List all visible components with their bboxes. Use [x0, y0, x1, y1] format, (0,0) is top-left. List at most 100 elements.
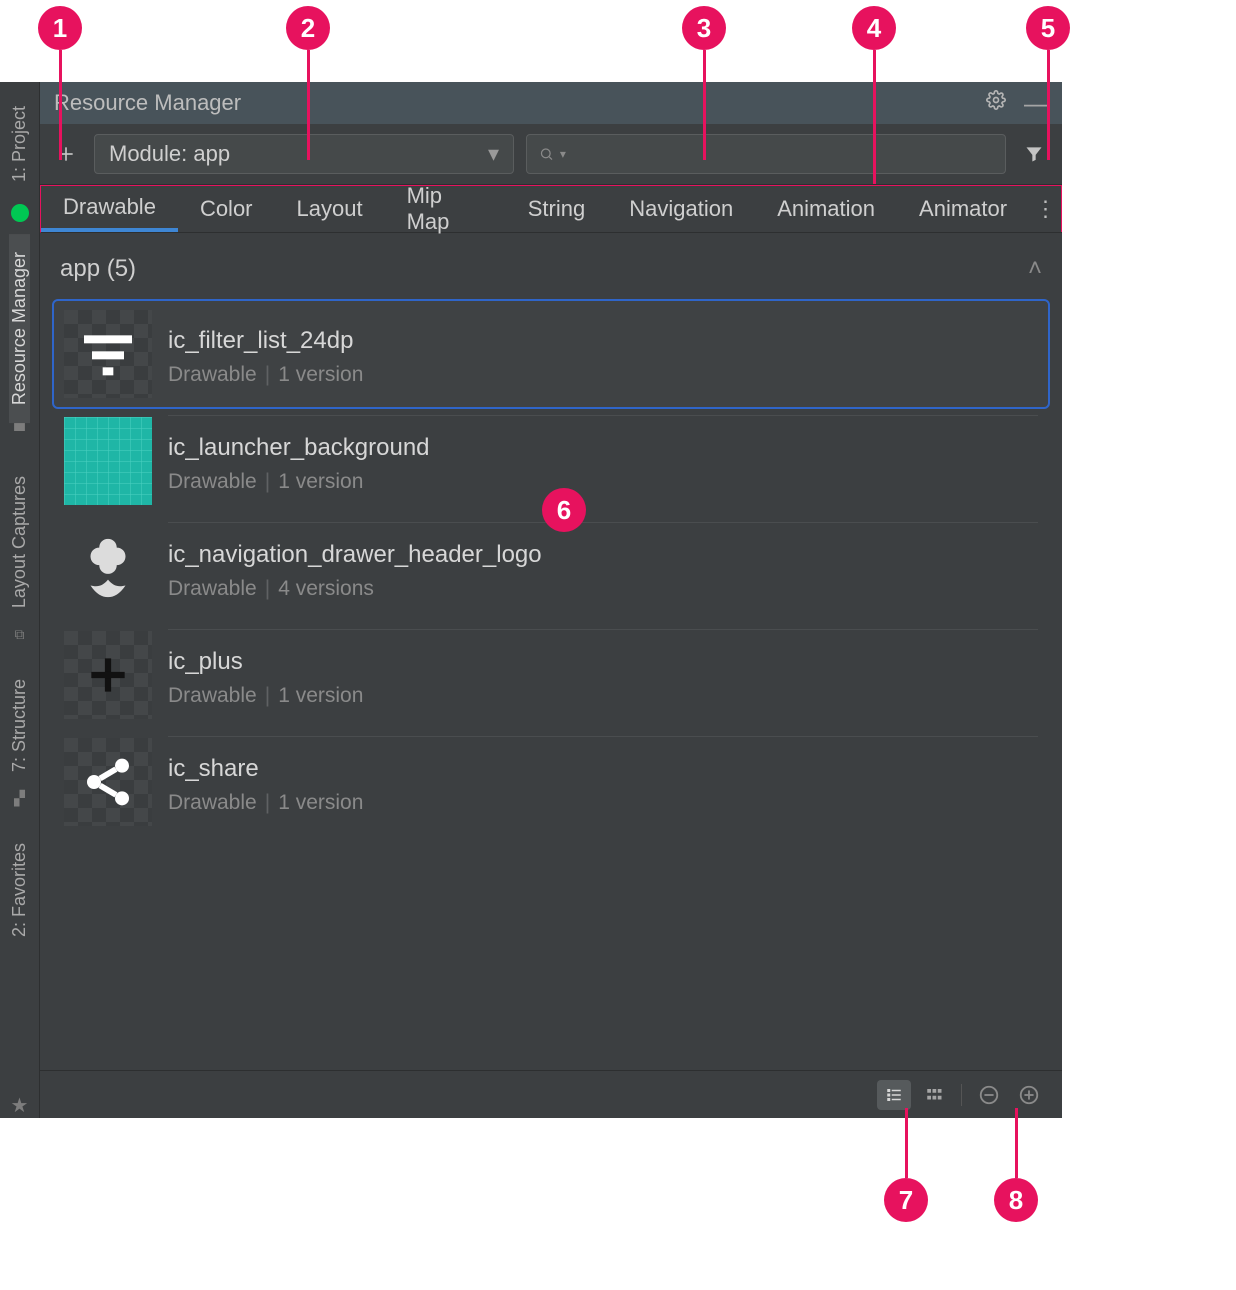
tab-drawable-label: Drawable — [63, 194, 156, 220]
share-icon — [80, 754, 136, 810]
search-icon — [539, 146, 554, 162]
callout-8: 8 — [994, 1178, 1038, 1222]
tab-navigation[interactable]: Navigation — [607, 186, 755, 232]
tab-string[interactable]: String — [506, 186, 607, 232]
callout-5: 5 — [1026, 6, 1070, 50]
panel-main: Resource Manager — Module: app ▾ ▾ — [40, 82, 1062, 1118]
resource-name: ic_launcher_background — [168, 434, 1038, 462]
callout-6: 6 — [542, 488, 586, 532]
panel-title: Resource Manager — [54, 90, 241, 116]
resource-item[interactable]: ic_plus Drawable|1 version — [54, 621, 1048, 728]
toolstrip-project-label: 1: Project — [9, 106, 30, 182]
resource-manager-panel: 1: Project Resource Manager ▝▘ Layout Ca… — [0, 82, 1062, 1118]
toolstrip-structure-label: 7: Structure — [9, 679, 30, 772]
toolstrip-resource-manager[interactable]: Resource Manager — [9, 234, 30, 423]
toolstrip-structure[interactable]: 7: Structure — [9, 661, 30, 790]
tab-mipmap[interactable]: Mip Map — [385, 186, 506, 232]
module-dropdown[interactable]: Module: app ▾ — [94, 134, 514, 174]
callout-line — [703, 50, 706, 160]
grid-view-button[interactable] — [917, 1080, 951, 1110]
callout-3: 3 — [682, 6, 726, 50]
resource-subtitle: Drawable|1 version — [168, 470, 1038, 494]
toolstrip-favorites[interactable]: 2: Favorites — [9, 825, 30, 955]
grid-pattern-icon — [64, 417, 152, 505]
gear-icon[interactable] — [986, 90, 1006, 116]
tabs-overflow[interactable]: ⋮ — [1029, 196, 1062, 222]
add-button[interactable] — [50, 138, 82, 170]
module-dropdown-label: Module: app — [109, 141, 230, 167]
divider — [961, 1084, 962, 1106]
toolstrip-layout-captures-label: Layout Captures — [9, 476, 30, 608]
callout-line — [873, 50, 876, 184]
toolbar-row: Module: app ▾ ▾ — [40, 124, 1062, 185]
zoom-in-button[interactable] — [1012, 1080, 1046, 1110]
plus-circle-icon — [1018, 1084, 1040, 1106]
chevron-down-icon: ▾ — [488, 141, 499, 167]
flower-icon — [73, 533, 143, 603]
tab-mipmap-label: Mip Map — [407, 183, 484, 235]
resource-list: ic_filter_list_24dp Drawable|1 version i… — [40, 301, 1062, 835]
search-dropdown-icon: ▾ — [560, 147, 566, 161]
callout-line — [905, 1108, 908, 1178]
resource-thumbnail — [64, 310, 152, 398]
layout-captures-icon: ⧉ — [15, 626, 25, 643]
tab-animator-label: Animator — [919, 196, 1007, 222]
tab-layout-label: Layout — [297, 196, 363, 222]
tab-layout[interactable]: Layout — [275, 186, 385, 232]
left-toolstrip: 1: Project Resource Manager ▝▘ Layout Ca… — [0, 82, 40, 1118]
section-title: app (5) — [60, 255, 136, 283]
resource-subtitle: Drawable|1 version — [168, 791, 1038, 815]
tab-color[interactable]: Color — [178, 186, 275, 232]
callout-line — [1047, 50, 1050, 160]
resource-item[interactable]: ic_navigation_drawer_header_logo Drawabl… — [54, 514, 1048, 621]
toolstrip-project[interactable]: 1: Project — [9, 88, 30, 200]
callout-2: 2 — [286, 6, 330, 50]
callout-4: 4 — [852, 6, 896, 50]
tab-string-label: String — [528, 196, 585, 222]
resource-item[interactable]: ic_share Drawable|1 version — [54, 728, 1048, 835]
resource-thumbnail — [64, 631, 152, 719]
search-field[interactable]: ▾ — [526, 134, 1006, 174]
resource-item[interactable]: ic_filter_list_24dp Drawable|1 version — [54, 301, 1048, 407]
panel-titlebar: Resource Manager — — [40, 82, 1062, 124]
resource-name: ic_filter_list_24dp — [168, 327, 1038, 355]
filter-button[interactable] — [1018, 138, 1050, 170]
toolstrip-resource-manager-label: Resource Manager — [9, 252, 30, 405]
section-header[interactable]: app (5) ˄ — [40, 233, 1062, 301]
callout-7: 7 — [884, 1178, 928, 1222]
plus-icon — [83, 650, 133, 700]
resource-thumbnail — [64, 417, 152, 505]
minus-circle-icon — [978, 1084, 1000, 1106]
structure-icon: ▞ — [14, 790, 25, 807]
search-input[interactable] — [572, 143, 993, 166]
resource-subtitle: Drawable|1 version — [168, 684, 1038, 708]
callout-line — [307, 50, 310, 160]
resource-subtitle: Drawable|4 versions — [168, 577, 1038, 601]
zoom-out-button[interactable] — [972, 1080, 1006, 1110]
resource-tabs: Drawable Color Layout Mip Map String Nav… — [40, 185, 1062, 233]
callout-line — [1015, 1108, 1018, 1178]
resource-subtitle: Drawable|1 version — [168, 363, 1038, 387]
resource-thumbnail — [64, 524, 152, 612]
tab-animation-label: Animation — [777, 196, 875, 222]
android-badge-icon — [11, 204, 29, 222]
tab-drawable[interactable]: Drawable — [41, 186, 178, 232]
resource-thumbnail — [64, 738, 152, 826]
toolstrip-layout-captures[interactable]: Layout Captures — [9, 458, 30, 626]
resource-manager-icon: ▝▘ — [9, 423, 31, 440]
list-icon — [883, 1086, 905, 1104]
star-icon: ★ — [11, 1093, 29, 1118]
callout-1: 1 — [38, 6, 82, 50]
chevron-up-icon: ˄ — [1028, 255, 1042, 283]
tab-animator[interactable]: Animator — [897, 186, 1029, 232]
callout-line — [59, 50, 62, 160]
tab-color-label: Color — [200, 196, 253, 222]
toolstrip-favorites-label: 2: Favorites — [9, 843, 30, 937]
list-view-button[interactable] — [877, 1080, 911, 1110]
grid-icon — [923, 1086, 945, 1104]
resource-name: ic_share — [168, 755, 1038, 783]
tab-navigation-label: Navigation — [629, 196, 733, 222]
filter-list-icon — [76, 322, 140, 386]
tab-animation[interactable]: Animation — [755, 186, 897, 232]
resource-name: ic_plus — [168, 648, 1038, 676]
